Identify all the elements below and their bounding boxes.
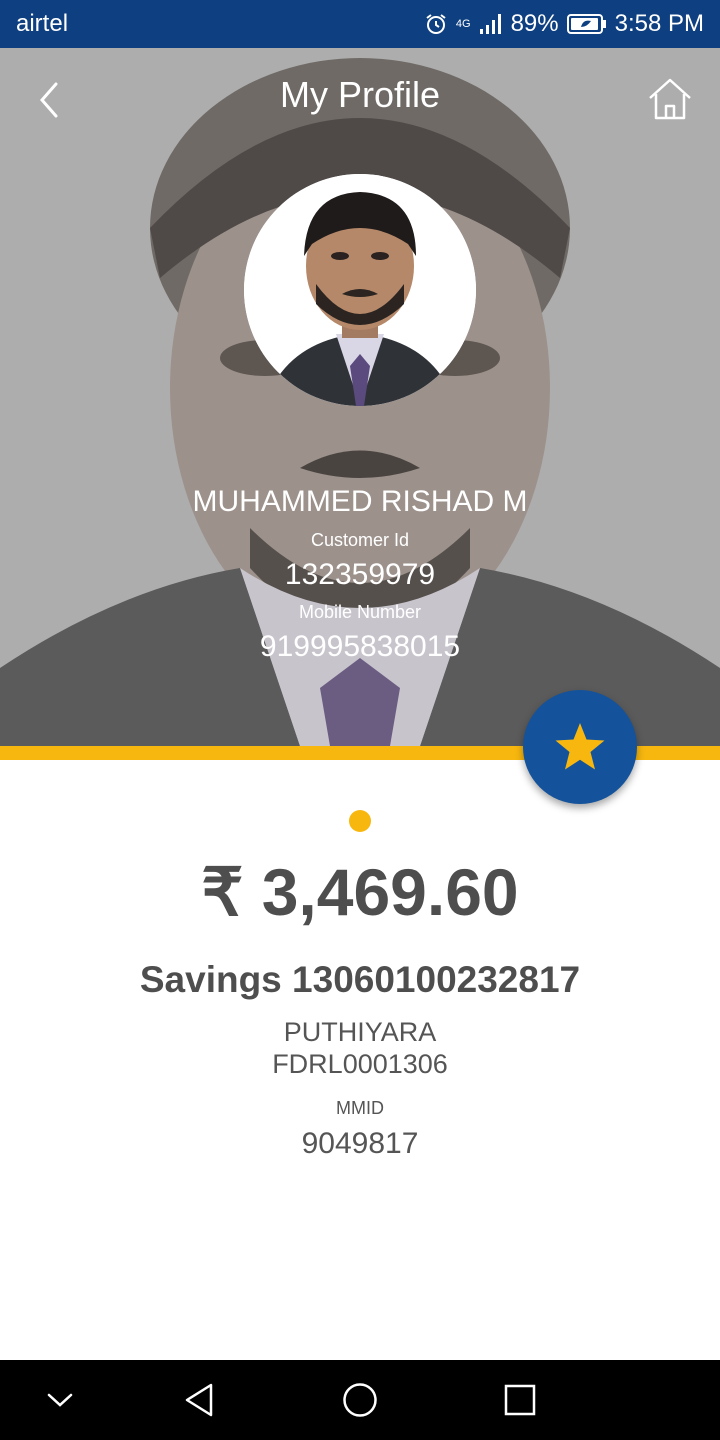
battery-percent-label: 89% xyxy=(510,10,559,37)
page-indicator-dot xyxy=(349,810,371,832)
back-button[interactable] xyxy=(30,78,70,122)
carrier-label: airtel xyxy=(16,10,69,37)
signal-icon xyxy=(479,14,501,34)
home-button[interactable] xyxy=(646,76,694,122)
system-navigation-bar xyxy=(0,1360,720,1440)
branch-name: PUTHIYARA xyxy=(283,1017,437,1047)
app-header: My Profile xyxy=(0,48,720,148)
clock-label: 3:58 PM xyxy=(614,10,704,37)
account-balance: ₹ 3,469.60 xyxy=(201,855,519,929)
home-icon xyxy=(649,78,691,120)
profile-photo xyxy=(244,174,476,406)
back-triangle-icon[interactable] xyxy=(180,1380,220,1420)
mmid-label: MMID xyxy=(336,1098,384,1118)
page-title: My Profile xyxy=(279,74,441,115)
recents-square-icon[interactable] xyxy=(500,1380,540,1420)
ifsc-code: FDRL0001306 xyxy=(272,1049,448,1079)
mobile-number-value: 919995838015 xyxy=(259,630,461,663)
mobile-number-label: Mobile Number xyxy=(298,602,422,622)
status-indicators: 4G 89% 3:58 PM xyxy=(424,10,704,38)
customer-id-label: Customer Id xyxy=(310,530,410,550)
battery-icon xyxy=(566,14,606,34)
home-circle-icon[interactable] xyxy=(340,1380,380,1420)
account-panel: ₹ 3,469.60 Savings 13060100232817 PUTHIY… xyxy=(0,760,720,1360)
chevron-left-icon xyxy=(40,82,58,118)
account-title: Savings 13060100232817 xyxy=(139,959,581,1000)
mmid-value: 9049817 xyxy=(301,1127,419,1160)
customer-id-value: 132359979 xyxy=(284,558,436,591)
star-icon xyxy=(555,723,605,770)
avatar[interactable] xyxy=(244,174,476,406)
network-type-label: 4G xyxy=(455,17,471,30)
favorite-button[interactable] xyxy=(523,690,637,804)
alarm-icon xyxy=(426,14,446,34)
status-bar: airtel 4G 89% 3:58 PM xyxy=(0,0,720,48)
customer-name: MUHAMMED RISHAD M xyxy=(192,485,528,518)
collapse-icon[interactable] xyxy=(40,1380,80,1420)
profile-info: MUHAMMED RISHAD M Customer Id 132359979 … xyxy=(0,480,720,668)
